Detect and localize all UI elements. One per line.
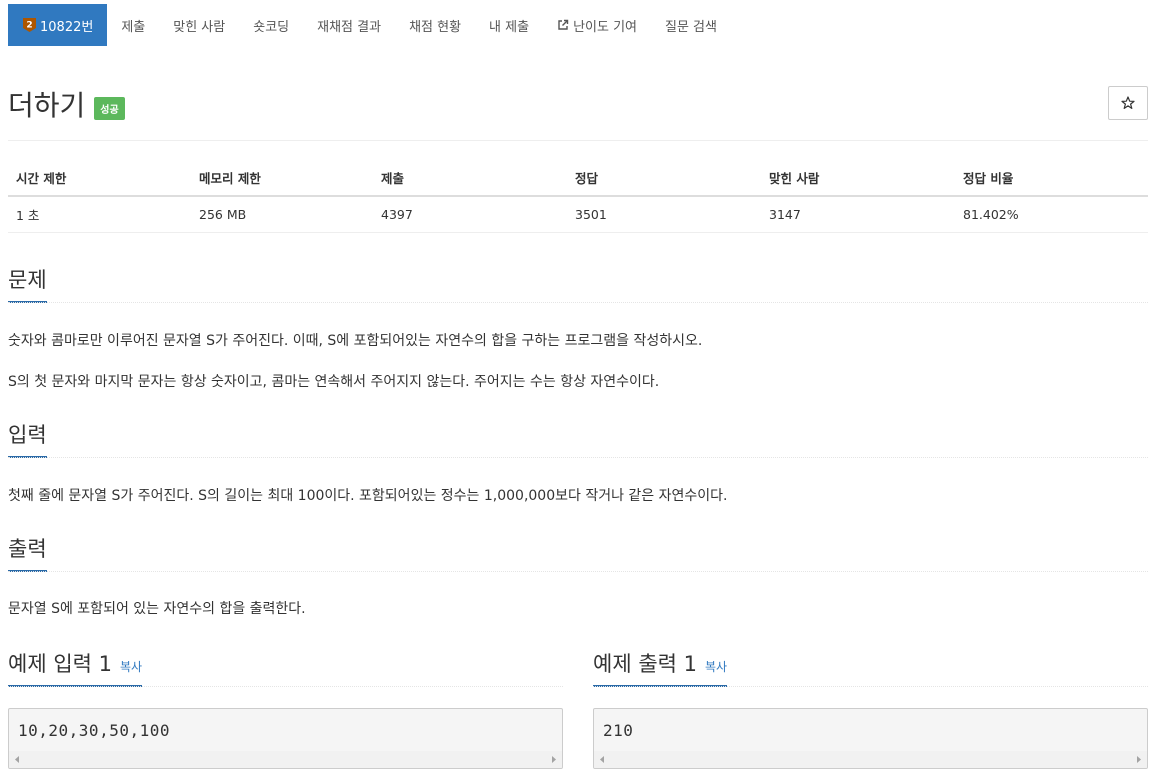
nav-tab-short-coding[interactable]: 숏코딩 xyxy=(239,4,303,46)
header-accept-ratio: 정답 비율 xyxy=(955,160,1148,197)
header-solved-users: 맞힌 사람 xyxy=(761,160,955,197)
accepted-value: 3501 xyxy=(567,196,761,233)
description-heading: 문제 xyxy=(8,264,47,303)
nav-tab-submit[interactable]: 제출 xyxy=(107,4,159,46)
star-icon xyxy=(1121,96,1135,109)
horizontal-scrollbar[interactable] xyxy=(594,751,1147,768)
problem-nav: 2 10822번 제출 맞힌 사람 숏코딩 재채점 결과 채점 현황 내 제출 … xyxy=(8,4,731,46)
section-divider xyxy=(8,686,563,687)
problem-title: 더하기 xyxy=(8,89,86,122)
nav-tab-difficulty-contribution[interactable]: 난이도 기여 xyxy=(543,4,651,46)
accept-ratio-value: 81.402% xyxy=(955,196,1148,233)
solved-users-value: 3147 xyxy=(761,196,955,233)
description-paragraph: 숫자와 콤마로만 이루어진 문자열 S가 주어진다. 이때, S에 포함되어있는… xyxy=(8,333,703,349)
external-link-icon xyxy=(557,19,569,31)
horizontal-scrollbar[interactable] xyxy=(9,751,562,768)
section-divider xyxy=(8,302,1148,303)
description-paragraph: S의 첫 문자와 마지막 문자는 항상 숫자이고, 콤마는 연속해서 주어지지 … xyxy=(8,374,660,390)
scroll-right-arrow-icon[interactable] xyxy=(1135,755,1143,764)
output-paragraph: 문자열 S에 포함되어 있는 자연수의 합을 출력한다. xyxy=(8,601,306,617)
sample-input-header: 예제 입력 1 복사 xyxy=(8,648,563,687)
sample-output-text: 210 xyxy=(603,721,634,740)
section-divider xyxy=(8,457,1148,458)
nav-tab-problem[interactable]: 2 10822번 xyxy=(8,4,108,46)
scroll-right-arrow-icon[interactable] xyxy=(550,755,558,764)
sample-input-heading: 예제 입력 1 복사 xyxy=(8,648,143,687)
nav-tab-rejudge-results[interactable]: 재채점 결과 xyxy=(303,4,395,46)
nav-tab-question-search[interactable]: 질문 검색 xyxy=(651,4,731,46)
nav-tab-judge-status[interactable]: 채점 현황 xyxy=(395,4,475,46)
sample-input-text: 10,20,30,50,100 xyxy=(18,721,170,740)
problem-title-row: 더하기 성공 xyxy=(8,84,125,124)
nav-problem-number: 10822번 xyxy=(40,19,94,35)
copy-sample-output-button[interactable]: 복사 xyxy=(705,660,727,674)
scroll-left-arrow-icon[interactable] xyxy=(13,755,21,764)
sample-input-title: 예제 입력 1 xyxy=(8,652,112,676)
description-section-header: 문제 xyxy=(8,264,1148,303)
input-heading: 입력 xyxy=(8,419,47,458)
header-accepted: 정답 xyxy=(567,160,761,197)
nav-tab-solved-users[interactable]: 맞힌 사람 xyxy=(159,4,239,46)
input-paragraph: 첫째 줄에 문자열 S가 주어진다. S의 길이는 최대 100이다. 포함되어… xyxy=(8,488,728,504)
tier-level-text: 2 xyxy=(26,21,32,31)
sample-output-title: 예제 출력 1 xyxy=(593,652,697,676)
output-heading: 출력 xyxy=(8,533,47,572)
header-submissions: 제출 xyxy=(373,160,567,197)
sample-input-box[interactable]: 10,20,30,50,100 xyxy=(8,708,563,769)
title-divider xyxy=(8,140,1148,141)
nav-tab-my-submissions[interactable]: 내 제출 xyxy=(475,4,543,46)
submissions-value: 4397 xyxy=(373,196,567,233)
section-divider xyxy=(593,686,1148,687)
scroll-left-arrow-icon[interactable] xyxy=(598,755,606,764)
sample-output-box[interactable]: 210 xyxy=(593,708,1148,769)
info-table-header-row: 시간 제한 메모리 제한 제출 정답 맞힌 사람 정답 비율 xyxy=(8,160,1148,197)
result-success-badge: 성공 xyxy=(94,96,125,120)
info-table-row: 1 초 256 MB 4397 3501 3147 81.402% xyxy=(8,196,1148,233)
favorite-star-button[interactable] xyxy=(1108,86,1148,120)
output-section-header: 출력 xyxy=(8,533,1148,572)
section-divider xyxy=(8,571,1148,572)
copy-sample-input-button[interactable]: 복사 xyxy=(120,660,142,674)
time-limit-value: 1 초 xyxy=(8,196,191,233)
sample-output-heading: 예제 출력 1 복사 xyxy=(593,648,728,687)
sample-output-header: 예제 출력 1 복사 xyxy=(593,648,1148,687)
tier-bronze-icon: 2 xyxy=(22,17,37,33)
header-time-limit: 시간 제한 xyxy=(8,160,191,197)
problem-info-table: 시간 제한 메모리 제한 제출 정답 맞힌 사람 정답 비율 1 초 256 M… xyxy=(8,160,1148,233)
header-memory-limit: 메모리 제한 xyxy=(191,160,373,197)
input-section-header: 입력 xyxy=(8,419,1148,458)
memory-limit-value: 256 MB xyxy=(191,196,373,233)
nav-difficulty-label: 난이도 기여 xyxy=(573,19,637,35)
